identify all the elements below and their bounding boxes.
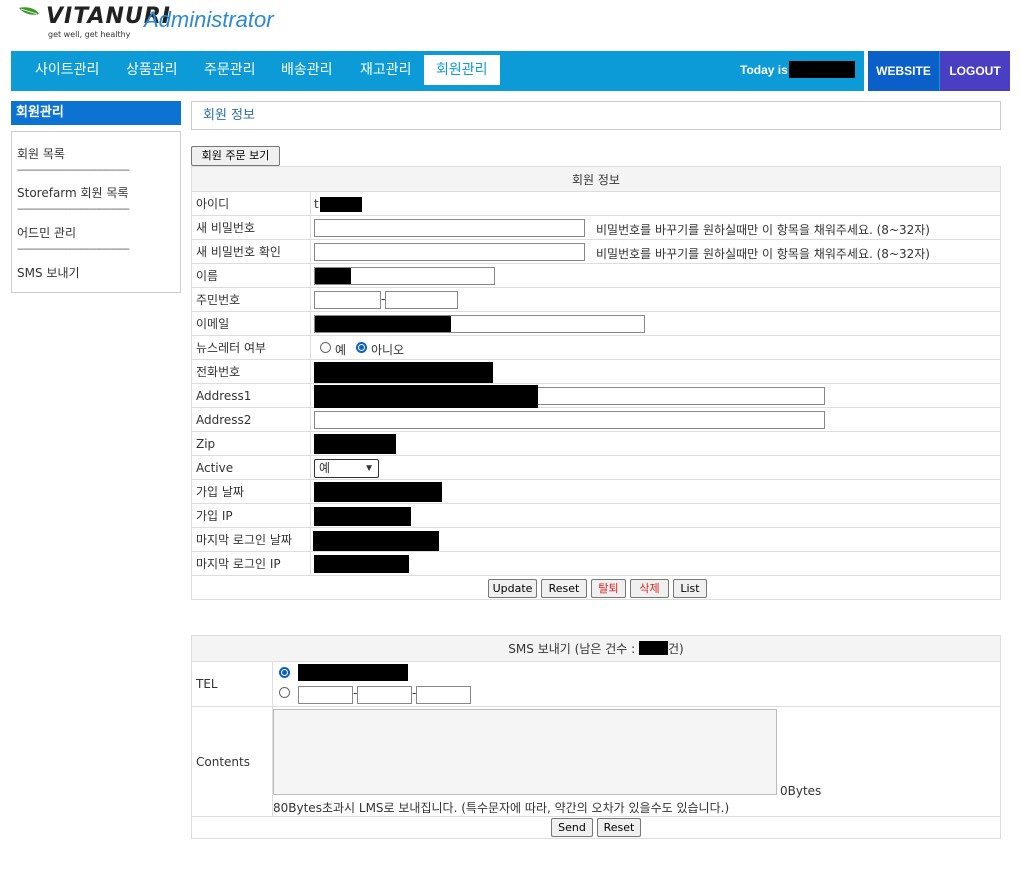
phone-redacted bbox=[314, 362, 493, 383]
sidebar-item-sms[interactable]: SMS 보내기 bbox=[17, 264, 80, 281]
chevron-down-icon: ▼ bbox=[364, 463, 374, 474]
today-label: Today is bbox=[740, 63, 788, 77]
password-confirm-hint: 비밀번호를 바꾸기를 원하실때만 이 항목을 채워주세요. (8~32자) bbox=[596, 247, 930, 261]
sidebar-title: 회원관리 bbox=[11, 101, 181, 125]
label-ssn: 주민번호 bbox=[191, 287, 311, 312]
last-login-date-redacted bbox=[313, 531, 439, 551]
last-login-ip-redacted bbox=[314, 555, 409, 573]
label-new-password: 새 비밀번호 bbox=[191, 215, 311, 240]
today-date-redacted bbox=[789, 61, 855, 78]
tel-part3-input[interactable] bbox=[416, 686, 471, 704]
page-title: Administrator bbox=[144, 7, 274, 32]
new-password-confirm-input[interactable] bbox=[314, 243, 585, 261]
label-name: 이름 bbox=[191, 263, 311, 288]
contents-label: Contents bbox=[191, 706, 273, 817]
new-password-input[interactable] bbox=[314, 219, 585, 237]
label-join-ip: 가입 IP bbox=[191, 503, 311, 528]
sidebar-divider: ----------------------------------------… bbox=[17, 165, 130, 176]
sidebar-item-admin[interactable]: 어드민 관리 bbox=[17, 224, 76, 241]
withdraw-button[interactable]: 탈퇴 bbox=[591, 579, 626, 598]
delete-button[interactable]: 삭제 bbox=[630, 579, 669, 598]
newsletter-no-label: 아니오 bbox=[371, 343, 405, 357]
ssn-front-input[interactable] bbox=[314, 291, 381, 309]
address2-input[interactable] bbox=[314, 411, 825, 429]
sms-header-suffix: 건) bbox=[667, 642, 684, 656]
nav-products[interactable]: 상품관리 bbox=[114, 55, 190, 85]
send-button[interactable]: Send bbox=[551, 818, 593, 837]
nav-orders[interactable]: 주문관리 bbox=[192, 55, 268, 85]
sms-table: SMS 보내기 (남은 건수 : 건) TEL - - Contents 0By… bbox=[191, 635, 1001, 839]
top-nav: 사이트관리 상품관리 주문관리 배송관리 재고관리 회원관리 Today is … bbox=[11, 51, 1010, 91]
join-ip-redacted bbox=[314, 507, 411, 526]
table-header: 회원 정보 bbox=[191, 166, 1001, 192]
label-zip: Zip bbox=[191, 431, 311, 456]
label-last-login-ip: 마지막 로그인 IP bbox=[191, 551, 311, 576]
sms-contents-textarea[interactable] bbox=[273, 709, 777, 795]
nav-shipping[interactable]: 배송관리 bbox=[269, 55, 345, 85]
sms-header: SMS 보내기 (남은 건수 : 건) bbox=[191, 635, 1001, 662]
nav-members[interactable]: 회원관리 bbox=[424, 55, 500, 85]
sidebar-item-member-list[interactable]: 회원 목록 bbox=[17, 145, 65, 162]
website-button[interactable]: WEBSITE bbox=[868, 51, 939, 91]
tel-part1-input[interactable] bbox=[298, 686, 353, 704]
label-last-login-date: 마지막 로그인 날짜 bbox=[191, 527, 311, 552]
label-join-date: 가입 날짜 bbox=[191, 479, 311, 504]
sidebar-divider: ----------------------------------------… bbox=[17, 244, 130, 255]
brand-tagline: get well, get healthy bbox=[48, 30, 131, 39]
leaf-logo-icon bbox=[19, 7, 39, 15]
update-button[interactable]: Update bbox=[488, 579, 537, 598]
sidebar-item-storefarm[interactable]: Storefarm 회원 목록 bbox=[17, 184, 129, 201]
nav-inventory[interactable]: 재고관리 bbox=[348, 55, 424, 85]
content-title: 회원 정보 bbox=[191, 101, 1001, 130]
label-id: 아이디 bbox=[191, 191, 311, 216]
label-address1: Address1 bbox=[191, 383, 311, 408]
sms-header-prefix: SMS 보내기 (남은 건수 : bbox=[508, 642, 639, 656]
id-redacted bbox=[320, 197, 362, 212]
tel-custom-radio[interactable] bbox=[279, 687, 290, 698]
label-email: 이메일 bbox=[191, 311, 311, 336]
label-newsletter: 뉴스레터 여부 bbox=[191, 335, 311, 360]
label-address2: Address2 bbox=[191, 407, 311, 432]
sidebar-menu: 회원 목록 ----------------------------------… bbox=[11, 131, 181, 293]
join-date-redacted bbox=[314, 482, 442, 502]
sms-count-redacted bbox=[638, 641, 668, 655]
member-orders-button[interactable]: 회원 주문 보기 bbox=[191, 146, 280, 166]
member-info-table: 회원 정보 아이디 t 새 비밀번호 비밀번호를 바꾸기를 원하실때만 이 항목… bbox=[191, 166, 1001, 600]
newsletter-yes-label: 예 bbox=[335, 343, 347, 357]
name-redacted bbox=[315, 268, 351, 284]
active-select-value: 예 bbox=[319, 461, 331, 475]
label-phone: 전화번호 bbox=[191, 359, 311, 384]
tel-member-redacted bbox=[298, 664, 408, 681]
address1-redacted bbox=[314, 385, 538, 408]
password-hint: 비밀번호를 바꾸기를 원하실때만 이 항목을 채워주세요. (8~32자) bbox=[596, 223, 930, 237]
tel-member-radio[interactable] bbox=[279, 667, 290, 678]
ssn-back-input[interactable] bbox=[385, 291, 458, 309]
logout-button[interactable]: LOGOUT bbox=[940, 51, 1010, 91]
list-button[interactable]: List bbox=[673, 579, 707, 598]
zip-redacted bbox=[314, 434, 396, 454]
email-redacted bbox=[315, 316, 451, 332]
sms-lms-note: 80Bytes초과시 LMS로 보내집니다. (특수문자에 따라, 약간의 오차… bbox=[273, 801, 730, 815]
reset-button[interactable]: Reset bbox=[541, 579, 587, 598]
newsletter-no-radio[interactable] bbox=[356, 342, 367, 353]
nav-site[interactable]: 사이트관리 bbox=[23, 55, 111, 85]
sms-reset-button[interactable]: Reset bbox=[597, 818, 641, 837]
tel-label: TEL bbox=[191, 661, 273, 707]
active-select[interactable]: 예 ▼ bbox=[314, 459, 379, 478]
newsletter-yes-radio[interactable] bbox=[320, 342, 331, 353]
label-active: Active bbox=[191, 455, 311, 480]
sms-byte-count: 0Bytes bbox=[780, 784, 822, 798]
label-new-password-confirm: 새 비밀번호 확인 bbox=[191, 239, 311, 264]
sidebar-divider: ----------------------------------------… bbox=[17, 204, 130, 215]
tel-part2-input[interactable] bbox=[357, 686, 412, 704]
id-prefix: t bbox=[314, 197, 319, 211]
